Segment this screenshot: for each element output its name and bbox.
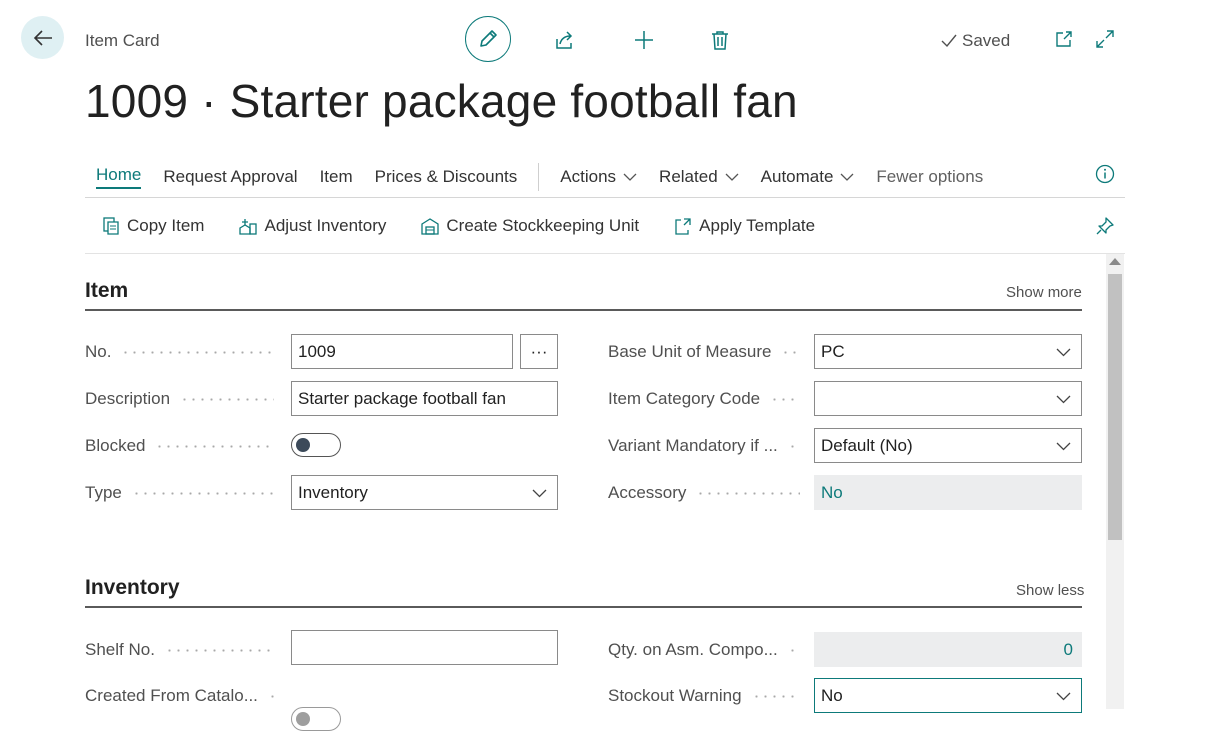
delete-button[interactable] — [707, 27, 733, 53]
field-label-stockout-warning: Stockout Warning — [608, 686, 808, 706]
checkmark-icon — [941, 34, 957, 48]
field-label-shelf-no: Shelf No. — [85, 640, 282, 660]
chevron-down-icon — [1056, 395, 1071, 403]
qty-asm-value[interactable]: 0 — [814, 632, 1082, 667]
open-new-window-button[interactable] — [1052, 27, 1076, 51]
field-label-blocked: Blocked — [85, 436, 282, 456]
field-label-variant-mandatory: Variant Mandatory if ... — [608, 436, 808, 456]
copy-item-button[interactable]: Copy Item — [101, 216, 204, 236]
arrow-left-icon — [33, 29, 52, 46]
info-icon — [1095, 164, 1115, 184]
create-stockkeeping-unit-button[interactable]: Create Stockkeeping Unit — [420, 216, 639, 236]
share-button[interactable] — [552, 27, 578, 53]
field-label-item-category: Item Category Code — [608, 389, 808, 409]
variant-mandatory-select[interactable]: Default (No) — [814, 428, 1082, 463]
show-more-link[interactable]: Show more — [1006, 284, 1082, 301]
stockkeeping-icon — [421, 217, 440, 235]
expand-button[interactable] — [1093, 27, 1117, 51]
no-input[interactable]: 1009 — [291, 334, 513, 369]
type-select[interactable]: Inventory — [291, 475, 558, 510]
chevron-down-icon — [1056, 442, 1071, 450]
item-category-select[interactable] — [814, 381, 1082, 416]
apply-template-icon — [675, 217, 691, 235]
fewer-options-button[interactable]: Fewer options — [865, 161, 994, 193]
adjust-inventory-icon — [239, 218, 258, 235]
share-icon — [556, 31, 573, 49]
copy-icon — [103, 216, 119, 235]
breadcrumb: Item Card — [85, 31, 160, 50]
tab-prices-discounts[interactable]: Prices & Discounts — [364, 161, 529, 193]
field-label-description: Description — [85, 389, 282, 409]
edit-button[interactable] — [465, 16, 511, 62]
plus-icon — [635, 31, 653, 49]
created-from-catalog-toggle[interactable] — [291, 707, 341, 731]
stockout-warning-select[interactable]: No — [814, 678, 1082, 713]
saved-status: Saved — [940, 31, 1010, 51]
chevron-down-icon — [725, 173, 739, 181]
field-label-type: Type — [85, 483, 282, 503]
pencil-icon — [480, 30, 497, 47]
tab-divider — [538, 163, 540, 191]
tab-home[interactable]: Home — [85, 161, 152, 193]
section-divider — [85, 606, 1082, 608]
description-input[interactable]: Starter package football fan — [291, 381, 558, 416]
new-button[interactable] — [631, 27, 657, 53]
field-label-no: No. — [85, 342, 282, 362]
blocked-toggle[interactable] — [291, 433, 341, 457]
accessory-value[interactable]: No — [814, 475, 1082, 510]
scrollbar-thumb[interactable] — [1108, 274, 1122, 540]
tab-request-approval[interactable]: Request Approval — [152, 161, 308, 193]
expand-icon — [1096, 30, 1114, 48]
show-less-link[interactable]: Show less — [1016, 582, 1084, 599]
page-title: 1009 · Starter package football fan — [85, 75, 798, 127]
saved-label: Saved — [962, 31, 1011, 50]
tab-related[interactable]: Related — [648, 161, 750, 193]
tab-actions[interactable]: Actions — [549, 161, 648, 193]
tab-item[interactable]: Item — [309, 161, 364, 193]
pin-action-bar-button[interactable] — [1093, 214, 1117, 238]
chevron-down-icon — [623, 173, 637, 181]
section-title-inventory: Inventory — [85, 576, 180, 599]
section-divider — [85, 309, 1082, 311]
chevron-down-icon — [1056, 692, 1071, 700]
no-assist-button[interactable]: ··· — [520, 334, 558, 369]
adjust-inventory-button[interactable]: Adjust Inventory — [238, 216, 386, 236]
apply-template-button[interactable]: Apply Template — [673, 216, 815, 236]
section-title-item: Item — [85, 279, 129, 302]
back-button[interactable] — [21, 16, 64, 59]
field-label-accessory: Accessory — [608, 483, 808, 503]
toggle-knob — [296, 438, 310, 452]
info-button[interactable] — [1093, 162, 1117, 186]
chevron-down-icon — [532, 489, 547, 497]
tab-automate[interactable]: Automate — [750, 161, 866, 193]
field-label-qty-asm: Qty. on Asm. Compo... — [608, 640, 808, 660]
chevron-down-icon — [840, 173, 854, 181]
open-in-new-icon — [1056, 31, 1072, 47]
shelf-no-input[interactable] — [291, 630, 558, 665]
trash-icon — [712, 31, 728, 50]
base-uom-select[interactable]: PC — [814, 334, 1082, 369]
toggle-knob — [296, 712, 310, 726]
field-label-created-from-catalog: Created From Catalo... — [85, 686, 282, 706]
action-bar: Copy Item Adjust Inventory Create Stockk… — [85, 198, 1125, 254]
field-label-base-uom: Base Unit of Measure — [608, 342, 808, 362]
pin-icon — [1096, 217, 1114, 235]
action-tabs: Home Request Approval Item Prices & Disc… — [85, 157, 1125, 198]
scroll-up-arrow-icon[interactable] — [1109, 258, 1121, 265]
chevron-down-icon — [1056, 348, 1071, 356]
